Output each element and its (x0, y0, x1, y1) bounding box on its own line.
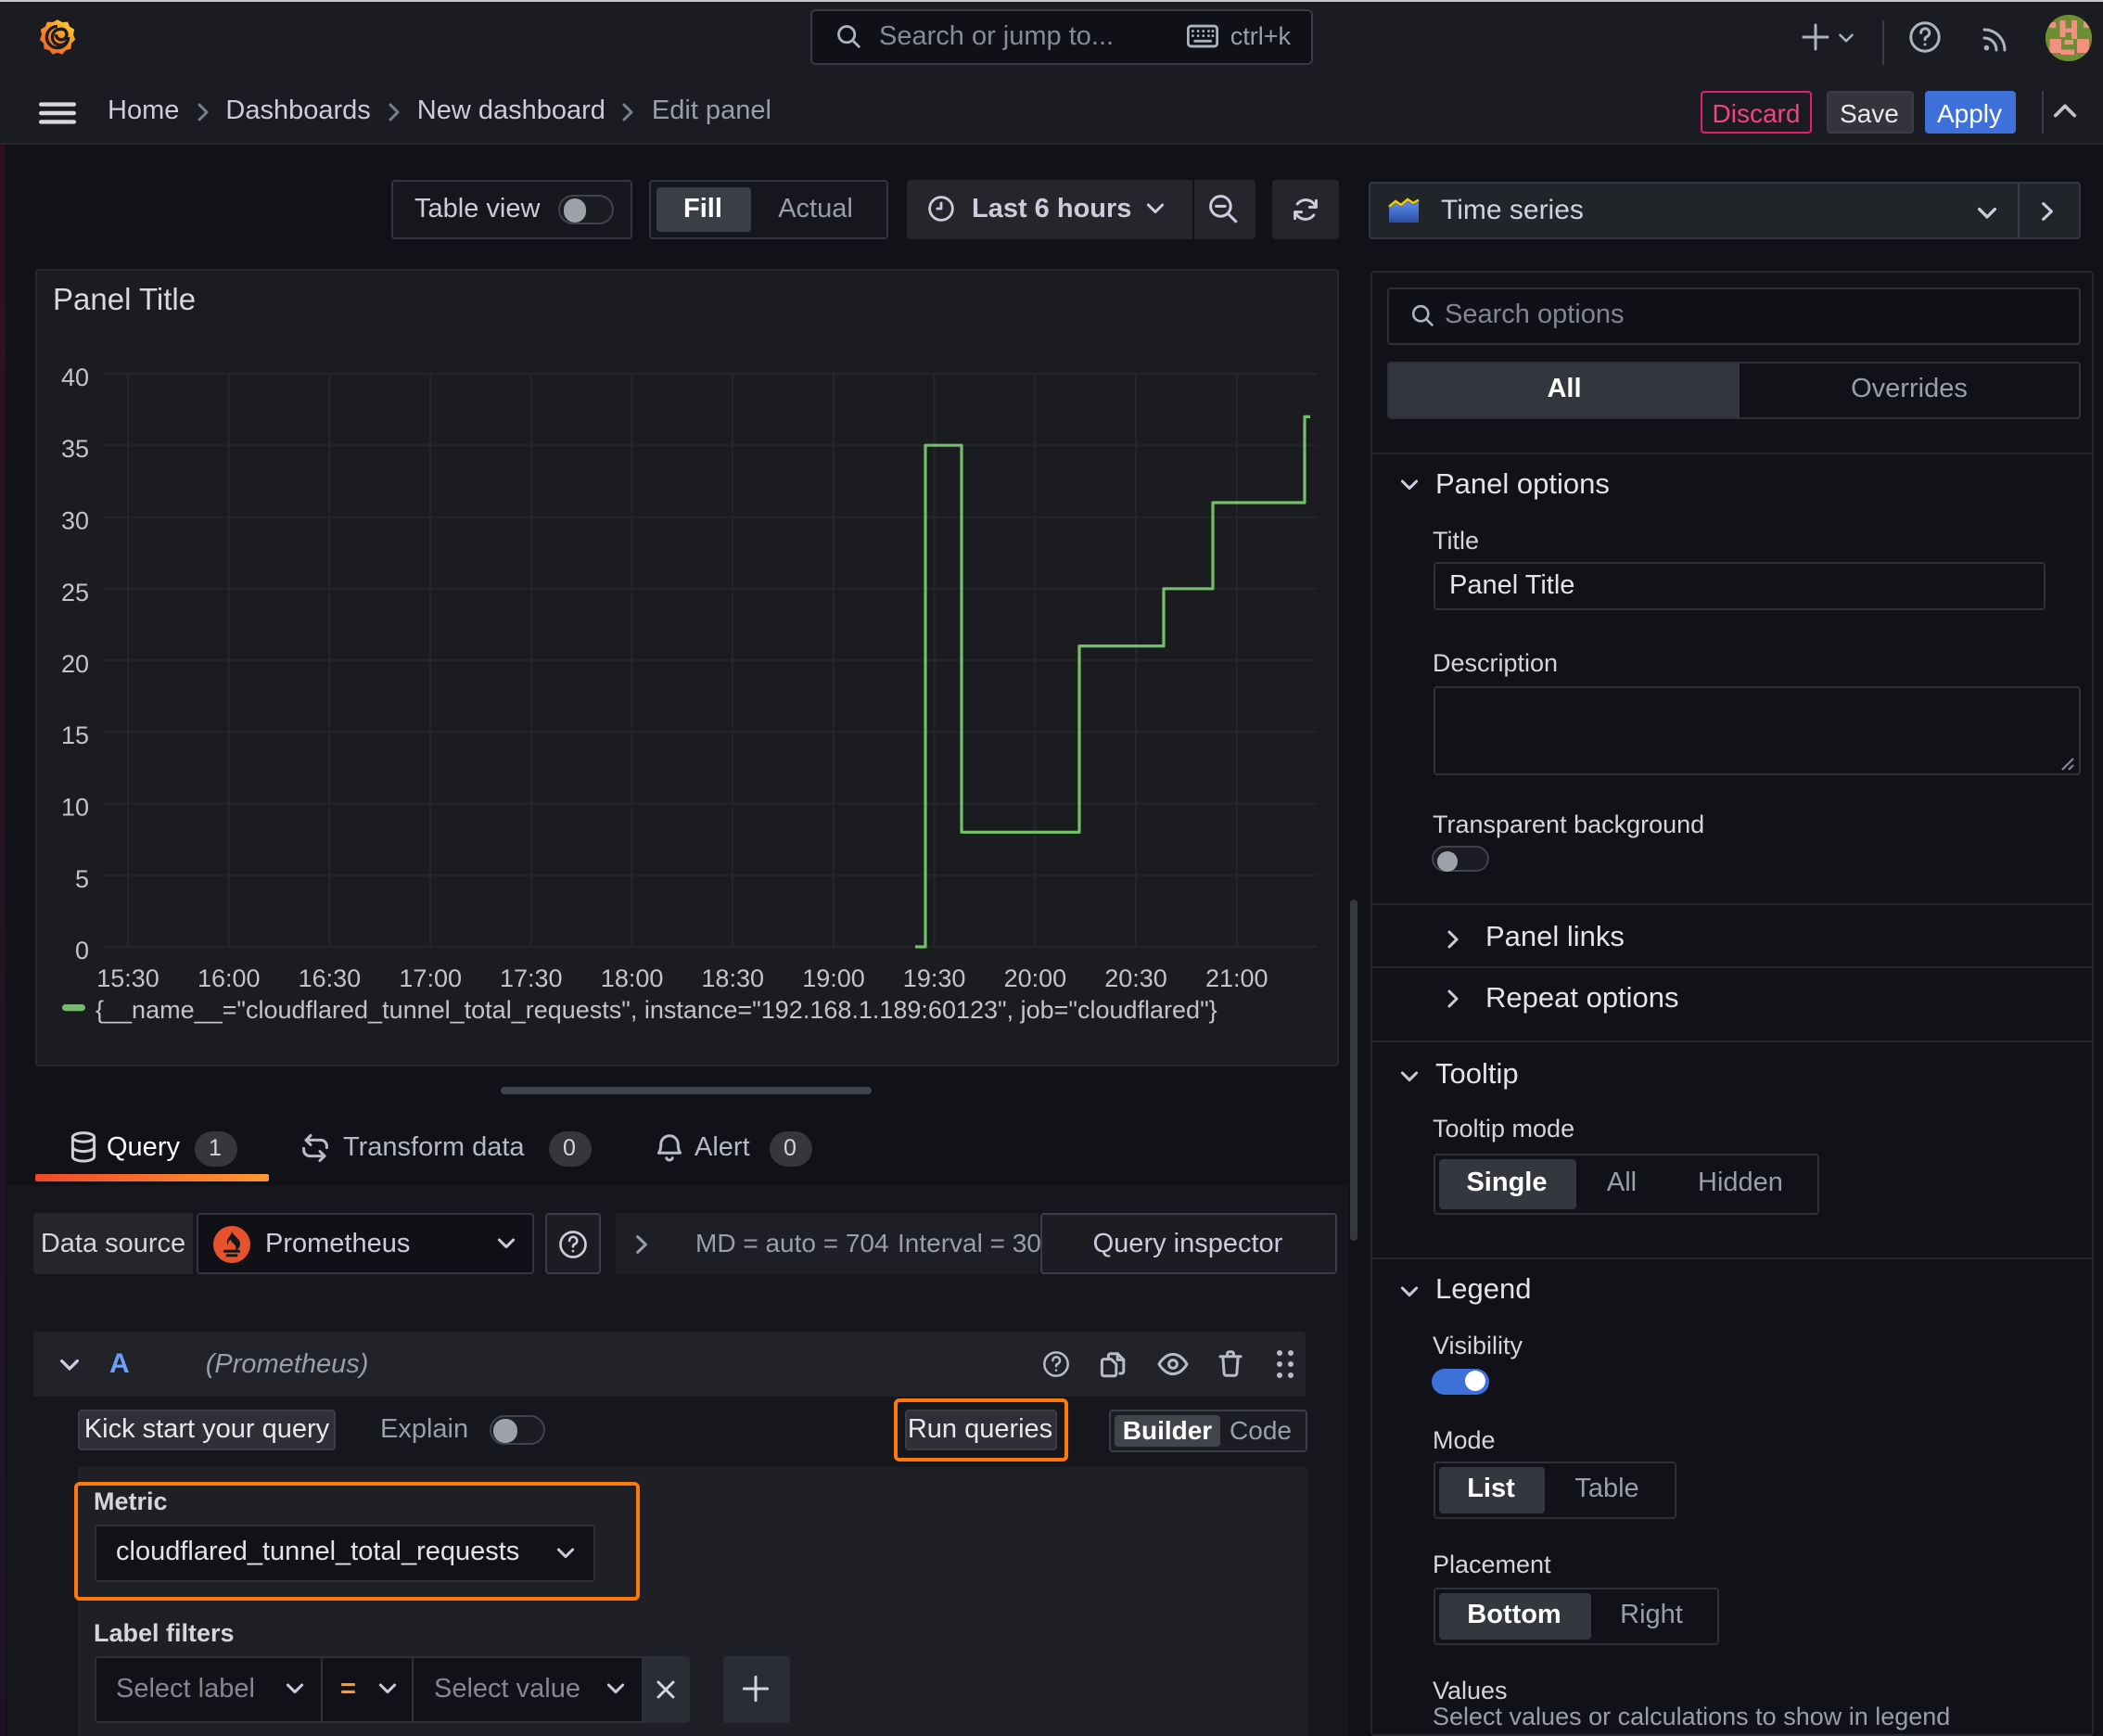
svg-text:15:30: 15:30 (96, 964, 159, 992)
svg-text:19:00: 19:00 (801, 964, 864, 992)
svg-text:20:00: 20:00 (1003, 964, 1066, 992)
svg-text:20: 20 (60, 650, 88, 678)
svg-text:16:00: 16:00 (197, 964, 260, 992)
svg-text:5: 5 (74, 865, 88, 893)
svg-text:25: 25 (60, 579, 88, 606)
svg-text:18:30: 18:30 (700, 964, 763, 992)
svg-text:0: 0 (74, 937, 88, 964)
svg-text:10: 10 (60, 794, 88, 822)
svg-text:20:30: 20:30 (1103, 964, 1166, 992)
svg-text:17:00: 17:00 (398, 964, 461, 992)
svg-text:19:30: 19:30 (902, 964, 965, 992)
svg-text:35: 35 (60, 435, 88, 463)
svg-text:40: 40 (60, 364, 88, 391)
svg-text:18:00: 18:00 (600, 964, 663, 992)
svg-text:16:30: 16:30 (298, 964, 361, 992)
svg-text:17:30: 17:30 (499, 964, 562, 992)
svg-text:21:00: 21:00 (1204, 964, 1268, 992)
svg-text:{__name__="cloudflared_tunnel_: {__name__="cloudflared_tunnel_total_requ… (95, 996, 1217, 1024)
svg-text:15: 15 (60, 721, 88, 749)
svg-text:30: 30 (60, 507, 88, 535)
